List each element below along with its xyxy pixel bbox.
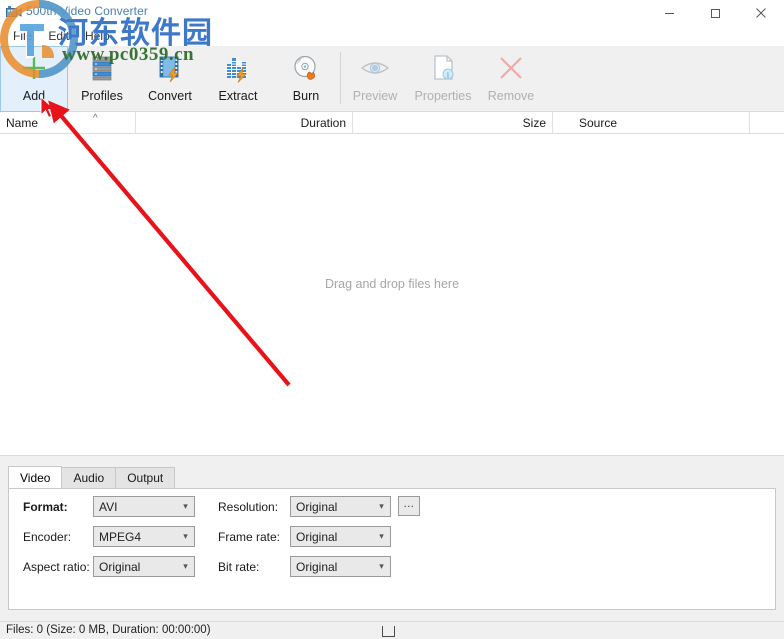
title-bar: 500th Video Converter: [0, 0, 784, 26]
resolution-label: Resolution:: [218, 500, 279, 514]
menu-item-help[interactable]: Help: [78, 28, 119, 44]
frame-rate-select[interactable]: Original ▾: [290, 526, 391, 547]
column-header-source[interactable]: Source: [573, 112, 750, 134]
format-label: Format:: [23, 500, 68, 514]
tab-video-label: Video: [20, 470, 51, 485]
menu-bar: File Edit Help: [0, 26, 784, 46]
column-header-size[interactable]: Size: [353, 112, 553, 134]
aspect-ratio-select-value: Original: [99, 559, 141, 574]
chevron-down-icon: ▾: [183, 531, 188, 541]
encoder-select[interactable]: MPEG4 ▾: [93, 526, 195, 547]
aspect-ratio-select[interactable]: Original ▾: [93, 556, 195, 577]
format-select[interactable]: AVI ▾: [93, 496, 195, 517]
window-controls: [646, 0, 784, 26]
column-header-duration[interactable]: Duration: [136, 112, 353, 134]
bit-rate-label: Bit rate:: [218, 560, 260, 574]
file-list[interactable]: Drag and drop files here: [0, 134, 784, 455]
chevron-down-icon: ▾: [183, 501, 188, 511]
document-info-icon: i: [426, 52, 460, 84]
disc-flame-icon: [289, 52, 323, 84]
menu-item-edit[interactable]: Edit: [41, 28, 78, 44]
properties-button-label: Properties: [414, 89, 472, 103]
status-text: Files: 0 (Size: 0 MB, Duration: 00:00:00…: [6, 624, 211, 636]
server-stack-icon: [85, 52, 119, 84]
preview-button[interactable]: Preview: [341, 46, 409, 111]
resolution-browse-button[interactable]: ...: [398, 496, 420, 516]
profiles-button[interactable]: Profiles: [68, 46, 136, 111]
plus-icon: [17, 52, 51, 84]
column-header-size-label: Size: [522, 116, 546, 130]
encoder-select-value: MPEG4: [99, 529, 142, 544]
resolution-select-value: Original: [296, 499, 338, 514]
maximize-button[interactable]: [692, 0, 738, 26]
add-button-label: Add: [22, 89, 46, 103]
settings-tabs: Video Audio Output: [8, 466, 176, 488]
add-button[interactable]: Add: [0, 46, 68, 112]
bit-rate-select-value: Original: [296, 559, 338, 574]
convert-button[interactable]: Convert: [136, 46, 204, 111]
resolution-select[interactable]: Original ▾: [290, 496, 391, 517]
tab-audio[interactable]: Audio: [61, 467, 117, 488]
tab-audio-label: Audio: [73, 471, 105, 485]
frame-rate-select-value: Original: [296, 529, 338, 544]
settings-panel: Video Audio Output Format: AVI ▾ Encoder…: [0, 455, 784, 621]
menu-item-file[interactable]: File: [6, 28, 41, 44]
film-lightning-icon: [153, 52, 187, 84]
burn-button[interactable]: Burn: [272, 46, 340, 111]
main-toolbar: Add Profiles Convert Extract Burn Previe…: [0, 46, 784, 112]
tab-output-label: Output: [127, 471, 164, 485]
x-cross-icon: [494, 52, 528, 84]
tab-output[interactable]: Output: [115, 467, 176, 488]
resize-grip-icon: [382, 626, 395, 637]
aspect-ratio-label: Aspect ratio:: [23, 560, 90, 574]
burn-button-label: Burn: [292, 89, 320, 103]
application-window: 500th Video Converter File Edit Help Add…: [0, 0, 784, 639]
frame-rate-label: Frame rate:: [218, 530, 281, 544]
video-settings-pane: Format: AVI ▾ Encoder: MPEG4 ▾ Aspect ra…: [8, 488, 776, 610]
eye-icon: [358, 52, 392, 84]
column-header-name[interactable]: Name: [0, 112, 136, 134]
file-list-header: Name ^ Duration Size Source: [0, 112, 784, 134]
encoder-label: Encoder:: [23, 530, 72, 544]
chevron-down-icon: ▾: [379, 531, 384, 541]
minimize-button[interactable]: [646, 0, 692, 26]
extract-button-label: Extract: [218, 89, 258, 103]
column-header-duration-label: Duration: [300, 116, 346, 130]
column-header-name-label: Name: [6, 116, 39, 130]
chevron-down-icon: ▾: [379, 561, 384, 571]
close-button[interactable]: [738, 0, 784, 26]
bit-rate-select[interactable]: Original ▾: [290, 556, 391, 577]
drop-files-message: Drag and drop files here: [324, 277, 460, 291]
chevron-down-icon: ▾: [379, 501, 384, 511]
remove-button-label: Remove: [487, 89, 535, 103]
format-select-value: AVI: [99, 499, 118, 514]
app-icon: [6, 5, 22, 20]
remove-button[interactable]: Remove: [477, 46, 545, 111]
sort-ascending-icon: ^: [93, 113, 98, 124]
chevron-down-icon: ▾: [183, 561, 188, 571]
extract-button[interactable]: Extract: [204, 46, 272, 111]
tab-video[interactable]: Video: [8, 466, 63, 488]
column-header-source-label: Source: [579, 116, 618, 130]
profiles-button-label: Profiles: [81, 89, 123, 103]
status-bar: Files: 0 (Size: 0 MB, Duration: 00:00:00…: [0, 621, 784, 639]
equalizer-lightning-icon: [221, 52, 255, 84]
preview-button-label: Preview: [352, 89, 398, 103]
window-title: 500th Video Converter: [26, 4, 148, 18]
properties-button[interactable]: i Properties: [409, 46, 477, 111]
convert-button-label: Convert: [148, 89, 192, 103]
